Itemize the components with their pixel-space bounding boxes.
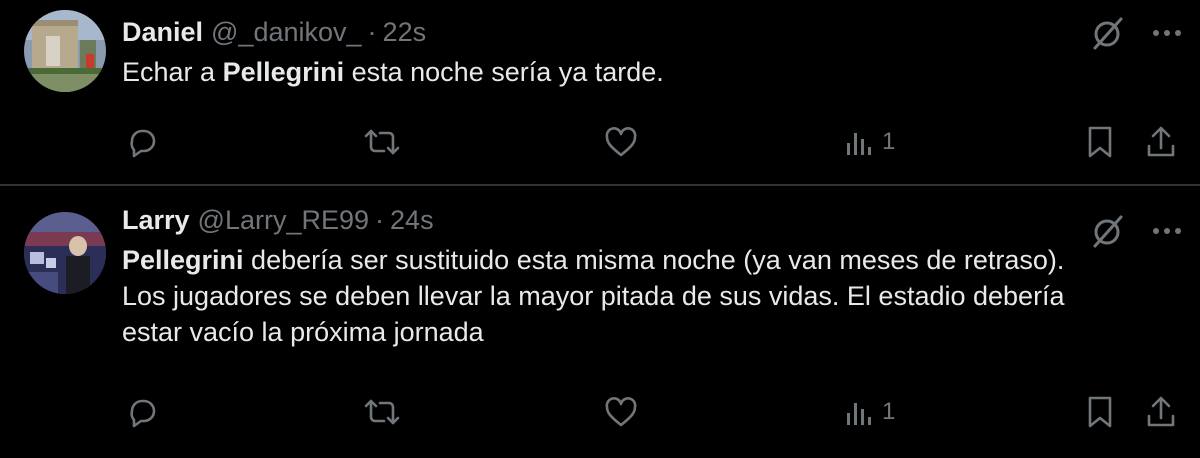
bookmark-icon[interactable]	[1084, 392, 1116, 432]
reply-icon[interactable]	[124, 122, 160, 162]
share-icon[interactable]	[1144, 122, 1178, 162]
retweet-icon[interactable]	[362, 392, 402, 432]
timestamp[interactable]: 22s	[383, 17, 427, 48]
views-icon	[844, 397, 874, 427]
reply-icon[interactable]	[124, 392, 160, 432]
separator-dot: ·	[375, 204, 385, 235]
tweet-actions: 1	[0, 392, 1200, 432]
tweet-text-part: debería ser sustituido esta misma noche …	[122, 245, 1065, 347]
tweet-header: Larry @Larry_RE99 · 24s	[122, 200, 1180, 240]
tweet[interactable]: Daniel @_danikov_ · 22s Echar a Pellegri…	[0, 0, 1200, 186]
tweet[interactable]: Larry @Larry_RE99 · 24s Pellegrini deber…	[0, 186, 1200, 458]
tweet-text: Echar a Pellegrini esta noche sería ya t…	[122, 54, 1102, 90]
tweet-top-icons	[1088, 14, 1182, 52]
retweet-icon[interactable]	[362, 122, 402, 162]
author-handle[interactable]: @Larry_RE99	[198, 205, 369, 236]
timestamp[interactable]: 24s	[390, 205, 434, 236]
author-name[interactable]: Daniel	[122, 17, 203, 48]
author-name[interactable]: Larry	[122, 205, 190, 236]
tweet-text-part: Echar a	[122, 57, 223, 87]
bookmark-icon[interactable]	[1084, 122, 1116, 162]
tweet-text-bold: Pellegrini	[222, 57, 345, 87]
share-icon[interactable]	[1144, 392, 1178, 432]
tweet-top-icons	[1088, 212, 1182, 250]
separator-dot: ·	[367, 16, 377, 47]
views-icon	[844, 127, 874, 157]
author-handle[interactable]: @_danikov_	[211, 17, 362, 48]
more-icon[interactable]	[1152, 28, 1182, 38]
views-count: 1	[882, 398, 896, 425]
like-icon[interactable]	[602, 122, 640, 162]
avatar[interactable]	[24, 212, 106, 294]
tweet-actions: 1	[0, 122, 1200, 162]
grok-icon[interactable]	[1088, 212, 1126, 250]
tweet-text-bold: Pellegrini	[122, 245, 244, 275]
tweet-header: Daniel @_danikov_ · 22s	[122, 12, 1180, 52]
views-button[interactable]: 1	[844, 122, 895, 162]
more-icon[interactable]	[1152, 226, 1182, 236]
avatar[interactable]	[24, 10, 106, 92]
like-icon[interactable]	[602, 392, 640, 432]
views-count: 1	[882, 128, 896, 155]
grok-icon[interactable]	[1088, 14, 1126, 52]
views-button[interactable]: 1	[844, 392, 895, 432]
tweet-text: Pellegrini debería ser sustituido esta m…	[122, 242, 1102, 350]
tweet-text-part: esta noche sería ya tarde.	[344, 57, 664, 87]
